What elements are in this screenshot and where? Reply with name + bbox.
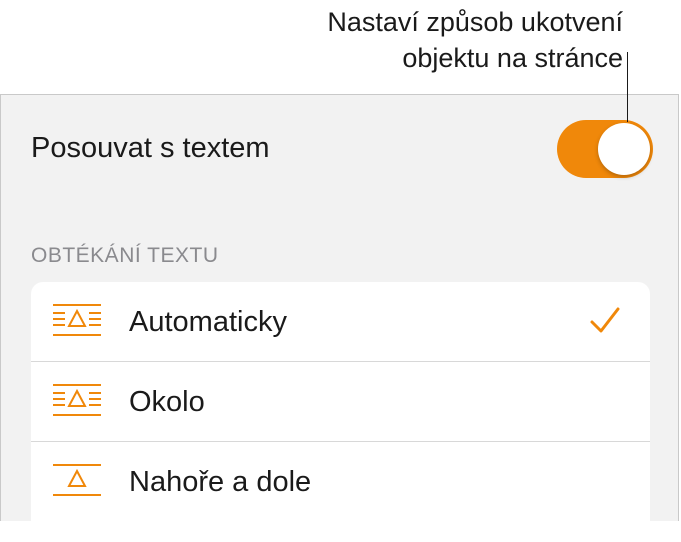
- checkmark-icon: [590, 307, 620, 333]
- wrap-option-label: Automaticky: [129, 306, 287, 338]
- callout-line-2: objektu na stránce: [402, 43, 623, 73]
- text-wrap-list: Automaticky Okolo Nahoře a dole: [31, 282, 650, 542]
- move-with-text-label: Posouvat s textem: [31, 132, 270, 164]
- wrap-option-label: Okolo: [129, 386, 205, 418]
- wrap-option-automatic[interactable]: Automaticky: [31, 282, 650, 362]
- wrap-around-icon: [53, 384, 101, 416]
- callout-line-1: Nastaví způsob ukotvení: [327, 7, 623, 37]
- callout-leader-line: [627, 52, 628, 122]
- wrap-automatic-icon: [53, 304, 101, 336]
- callout-text: Nastaví způsob ukotvení objektu na strán…: [327, 4, 623, 76]
- wrap-option-above-below[interactable]: Nahoře a dole: [31, 442, 650, 522]
- arrange-panel: Posouvat s textem OBTÉKÁNÍ TEXTU Automat…: [0, 94, 679, 542]
- wrap-option-label: Nahoře a dole: [129, 466, 312, 498]
- callout: Nastaví způsob ukotvení objektu na strán…: [0, 0, 681, 94]
- text-wrap-section-header: OBTÉKÁNÍ TEXTU: [31, 244, 219, 267]
- move-with-text-toggle[interactable]: [557, 120, 653, 178]
- wrap-option-around[interactable]: Okolo: [31, 362, 650, 442]
- move-with-text-row: Posouvat s textem: [31, 120, 653, 180]
- wrap-above-below-icon: [53, 464, 101, 496]
- toggle-knob: [598, 123, 650, 175]
